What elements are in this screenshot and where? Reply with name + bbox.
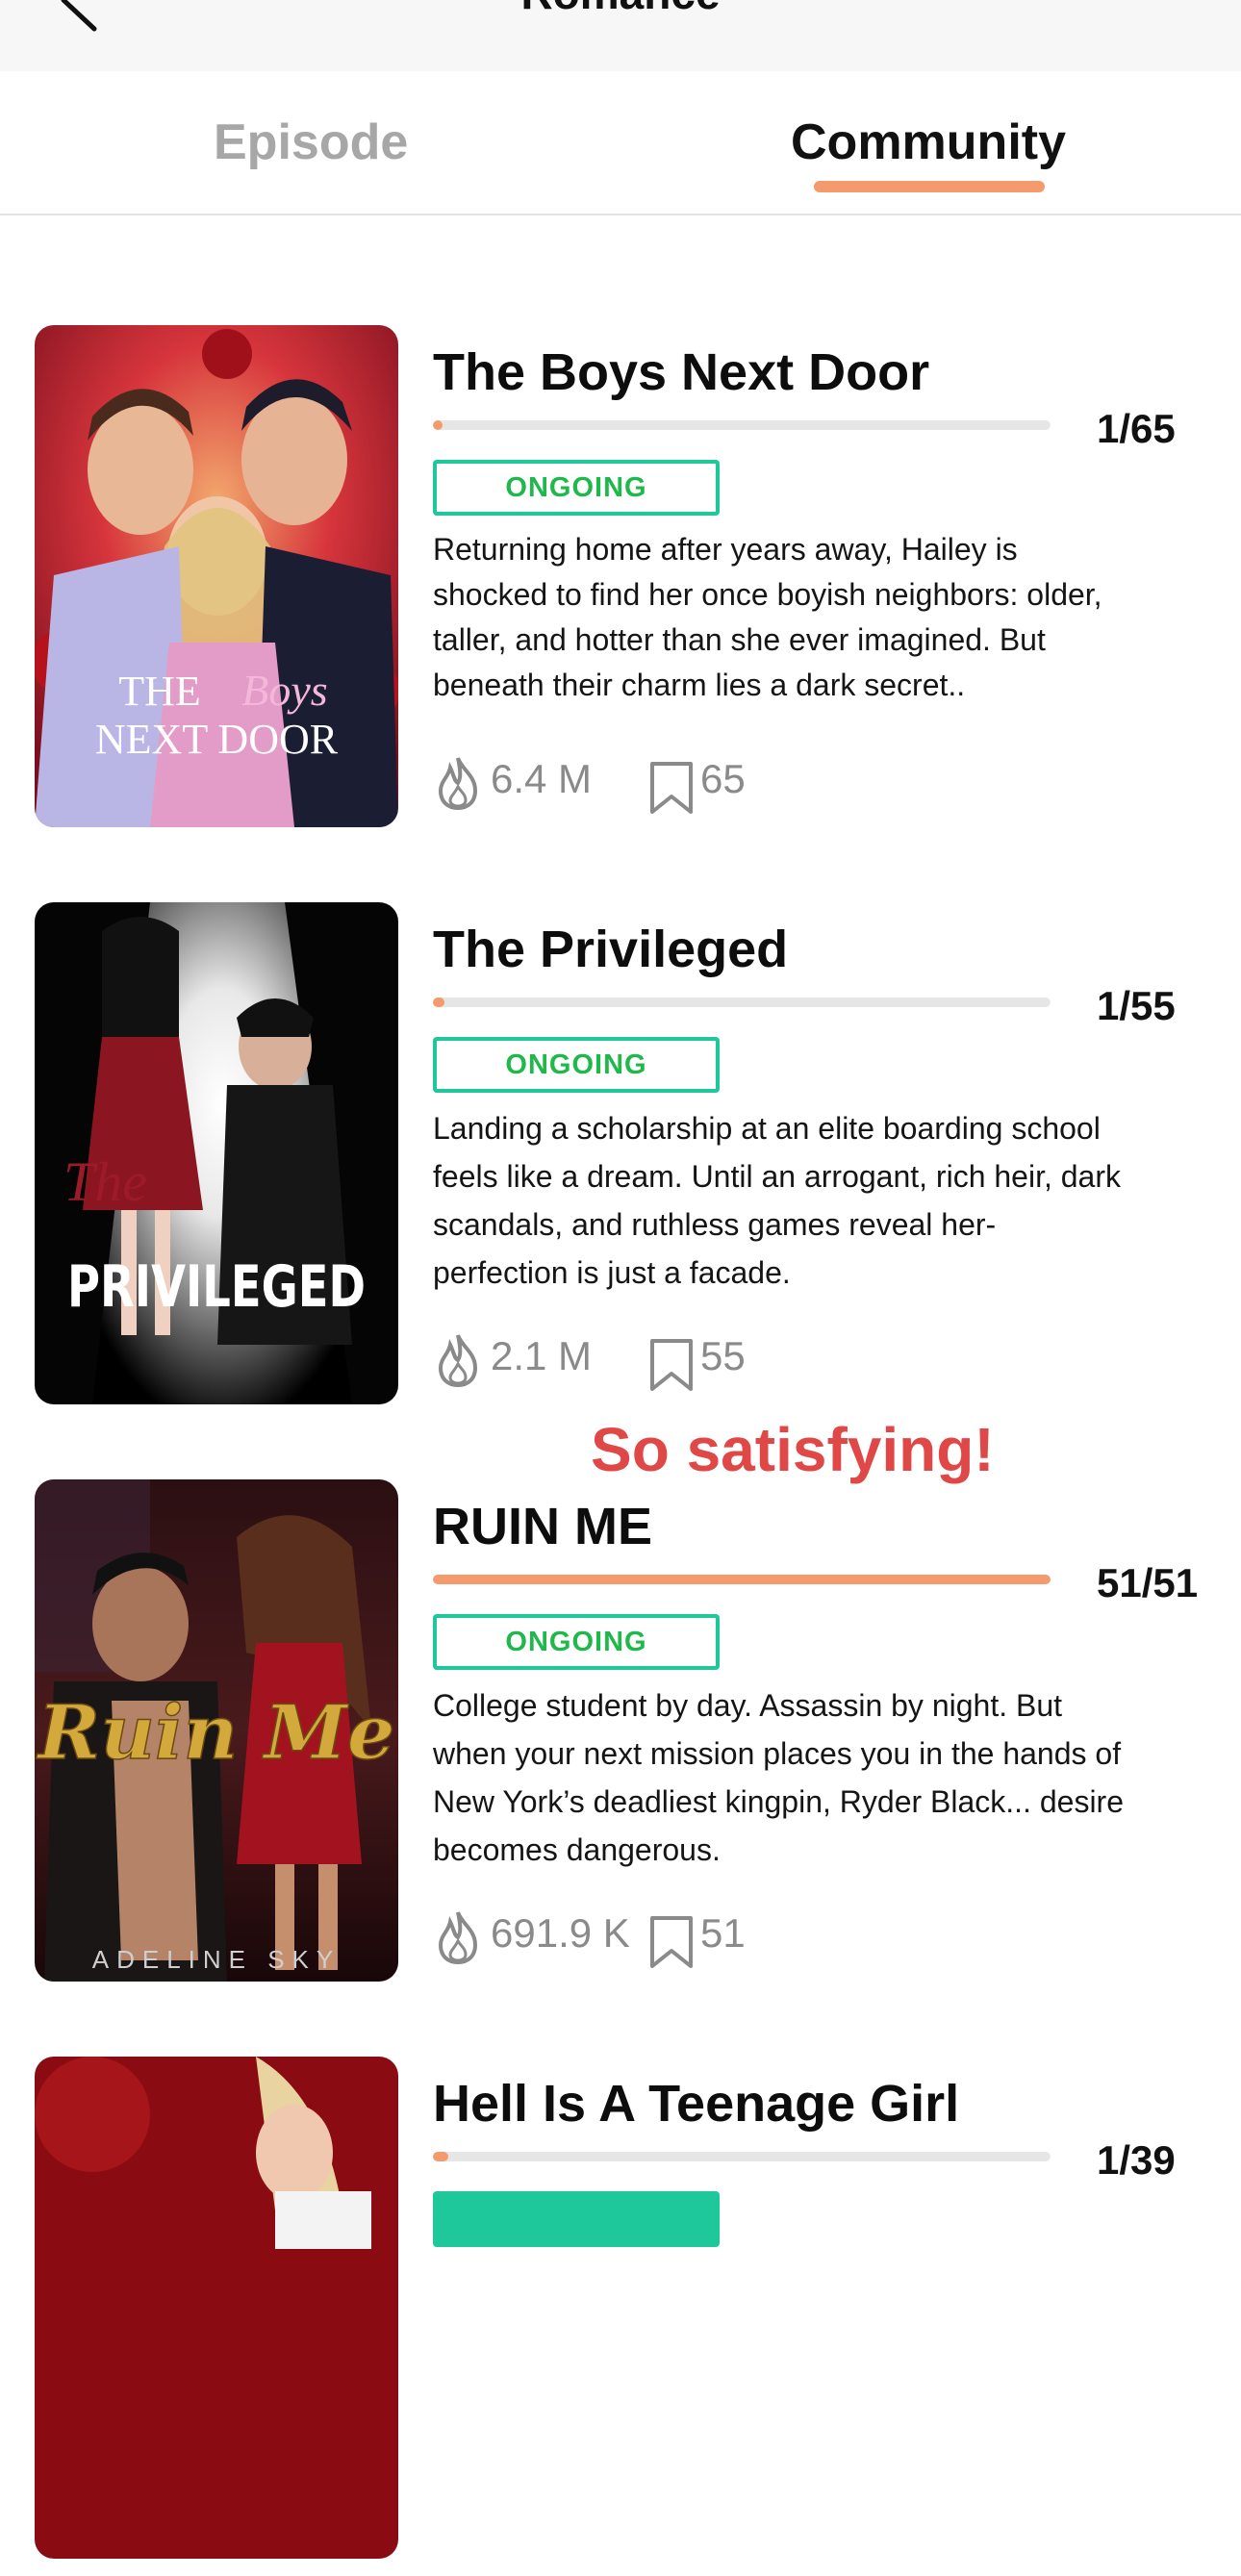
bookmark-count: 65 xyxy=(700,756,746,801)
cover-text-privileged: PRIVILEGED xyxy=(67,1253,366,1321)
cover-text-next-door: NEXT DOOR xyxy=(95,716,339,763)
tab-bar: Episode Community xyxy=(0,71,1241,215)
episode-counter: 1/55 xyxy=(1097,983,1176,1028)
progress-bar xyxy=(433,1575,1051,1584)
story-title[interactable]: The Boys Next Door xyxy=(433,342,929,402)
view-count: 2.1 M xyxy=(491,1333,593,1378)
cover-text-boys: Boys xyxy=(241,666,327,715)
bookmark-icon[interactable] xyxy=(648,760,695,816)
cover-text-the: The xyxy=(63,1150,147,1213)
episode-counter: 51/51 xyxy=(1097,1560,1199,1605)
status-badge: ONGOING xyxy=(433,1614,720,1670)
cover-art-boys-next-door: THE Boys NEXT DOOR xyxy=(35,325,398,827)
episode-counter: 1/65 xyxy=(1097,406,1176,451)
cover-text-the: THE xyxy=(118,668,201,715)
active-tab-indicator xyxy=(814,181,1045,192)
progress-bar xyxy=(433,998,1051,1007)
cover-art-ruin-me: Ruin Me ADELINE SKY xyxy=(35,1479,398,1982)
story-card[interactable]: Ruin Me ADELINE SKY RUIN ME 51/51 ONGOIN… xyxy=(0,1479,1241,1999)
top-bar: Romance xyxy=(0,0,1241,71)
cover-text-ruin-me: Ruin Me xyxy=(37,1689,395,1777)
story-description: Returning home after years away, Hailey … xyxy=(433,532,1102,702)
tab-episode[interactable]: Episode xyxy=(214,114,408,171)
cover-art-privileged: The PRIVILEGED xyxy=(35,902,398,1404)
cover-art-hell-is-a-teenage-girl xyxy=(35,2057,398,2559)
cover-text-author: ADELINE SKY xyxy=(92,1945,342,1974)
progress-fill xyxy=(433,420,443,430)
progress-fill xyxy=(433,998,444,1007)
story-cover[interactable]: Ruin Me ADELINE SKY xyxy=(35,1479,398,1982)
bookmark-icon[interactable] xyxy=(648,1914,695,1970)
story-card[interactable]: Hell Is A Teenage Girl 1/39 xyxy=(0,2057,1241,2576)
story-cover[interactable]: THE Boys NEXT DOOR xyxy=(35,325,398,827)
story-cover[interactable]: The PRIVILEGED xyxy=(35,902,398,1404)
progress-bar xyxy=(433,2152,1051,2161)
status-badge xyxy=(433,2191,720,2247)
tab-community[interactable]: Community xyxy=(791,114,1066,171)
overlay-caption: So satisfying! xyxy=(591,1415,995,1484)
page-title: Romance xyxy=(0,0,1241,19)
fire-icon xyxy=(438,1334,478,1387)
story-title[interactable]: Hell Is A Teenage Girl xyxy=(433,2074,959,2134)
story-title[interactable]: The Privileged xyxy=(433,920,788,979)
bookmark-count: 55 xyxy=(700,1333,746,1378)
story-card[interactable]: THE Boys NEXT DOOR The Boys Next Door 1/… xyxy=(0,325,1241,845)
fire-icon xyxy=(438,1911,478,1964)
bookmark-count: 51 xyxy=(700,1910,746,1956)
progress-fill xyxy=(433,1575,1051,1584)
story-title[interactable]: RUIN ME xyxy=(433,1497,652,1556)
episode-counter: 1/39 xyxy=(1097,2137,1176,2183)
story-description: Landing a scholarship at an elite boardi… xyxy=(433,1111,1121,1290)
status-badge: ONGOING xyxy=(433,1037,720,1093)
view-count: 6.4 M xyxy=(491,756,593,801)
bookmark-icon[interactable] xyxy=(648,1337,695,1393)
view-count: 691.9 K xyxy=(491,1910,630,1956)
fire-icon xyxy=(438,757,478,810)
progress-bar xyxy=(433,420,1051,430)
story-card[interactable]: The PRIVILEGED The Privileged 1/55 ONGOI… xyxy=(0,902,1241,1422)
status-badge: ONGOING xyxy=(433,460,720,516)
progress-fill xyxy=(433,2152,449,2161)
story-cover[interactable] xyxy=(35,2057,398,2559)
story-description: College student by day. Assassin by nigh… xyxy=(433,1688,1124,1867)
